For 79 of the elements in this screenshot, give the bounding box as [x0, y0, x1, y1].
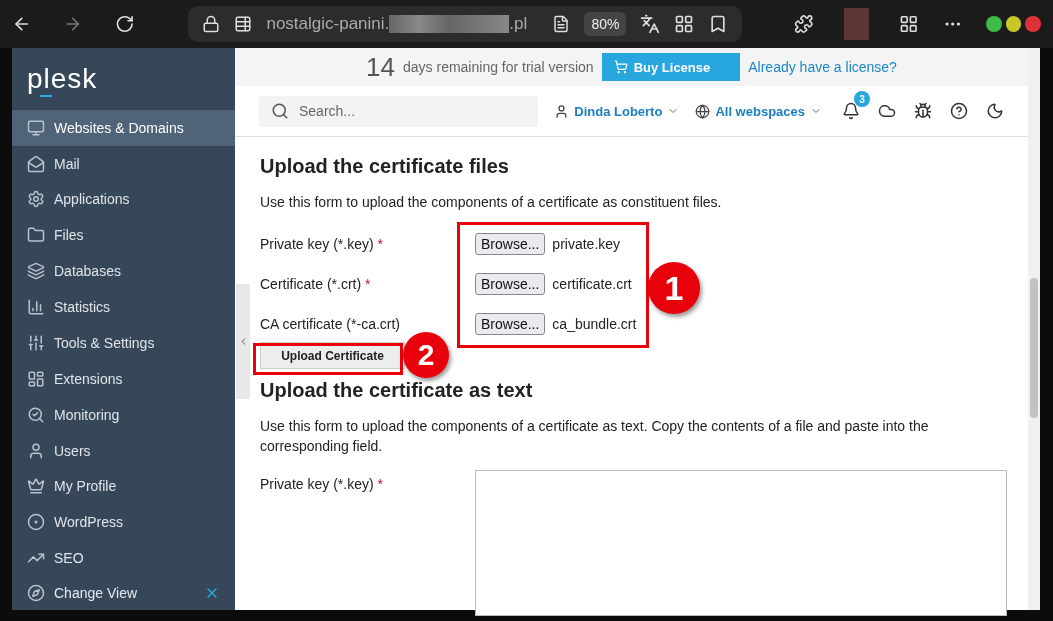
sliders-icon — [27, 333, 45, 352]
nav-item[interactable]: Applications — [12, 181, 235, 218]
globe-icon — [695, 103, 711, 119]
apps-icon[interactable] — [899, 14, 919, 34]
nav-item[interactable]: Websites & Domains — [12, 109, 235, 146]
step-marker: 2 — [403, 332, 449, 378]
zoom-level[interactable]: 80% — [584, 12, 627, 36]
field-label: Certificate (*.crt) * — [260, 276, 372, 292]
search-icon — [271, 102, 289, 120]
nav-item[interactable]: Databases — [12, 253, 235, 290]
trial-text: days remaining for trial version — [403, 59, 594, 75]
split-view-icon[interactable] — [674, 14, 695, 34]
section-description: Use this form to upload the components of a certificate as constituent files. — [260, 193, 723, 212]
browse-button[interactable]: Browse... — [475, 313, 546, 335]
lock-icon — [202, 15, 221, 33]
browse-button[interactable]: Browse... — [475, 233, 546, 255]
cloud-icon[interactable] — [878, 102, 896, 120]
site-info-icon[interactable] — [234, 15, 253, 33]
cart-icon — [613, 60, 628, 74]
reader-icon[interactable] — [552, 15, 571, 33]
license-link[interactable]: Already have a license? — [748, 59, 897, 75]
extensions-icon[interactable] — [794, 14, 814, 34]
nav-item[interactable]: Tools & Settings — [12, 325, 235, 361]
nav-item[interactable]: Users — [12, 432, 235, 469]
nav-item[interactable]: Files — [12, 217, 235, 254]
section-title: Upload the certificate files — [260, 155, 510, 178]
search-chart-icon — [27, 405, 45, 424]
gear-icon — [27, 190, 45, 209]
bug-icon[interactable] — [914, 102, 932, 120]
field-label: Private key (*.key) * — [260, 236, 384, 252]
collapse-handle[interactable] — [236, 284, 250, 399]
folder-icon — [27, 226, 45, 245]
notification-count: 3 — [854, 91, 870, 107]
browse-button[interactable]: Browse... — [475, 273, 546, 295]
webspace-menu[interactable]: All webspaces — [695, 103, 822, 119]
user-icon — [27, 441, 45, 460]
address-bar[interactable]: nostalgic-panini. .pl 80% — [188, 6, 743, 42]
search-field[interactable]: Search... — [259, 95, 539, 127]
user-menu[interactable]: Dinda Loberto — [554, 103, 680, 119]
nav-item[interactable]: Mail — [12, 145, 235, 182]
mail-icon — [27, 154, 45, 173]
bell-icon[interactable] — [842, 102, 860, 120]
nav-item[interactable]: Monitoring — [12, 396, 235, 433]
logo[interactable]: plesk — [27, 62, 98, 95]
close-icon[interactable] — [1025, 16, 1041, 32]
field-label: CA certificate (*-ca.crt) — [260, 316, 402, 332]
file-name: ca_bundle.crt — [552, 316, 637, 332]
nav-item[interactable]: My Profile — [12, 468, 235, 505]
file-name: private.key — [552, 236, 621, 252]
days-count: 14 — [366, 51, 395, 83]
nav-item[interactable]: WordPress — [12, 504, 235, 541]
circle-logo-icon — [27, 513, 45, 532]
reload-icon[interactable] — [114, 14, 135, 34]
nav-item[interactable]: Extensions — [12, 360, 235, 397]
help-icon[interactable] — [950, 102, 968, 120]
layers-icon — [27, 262, 45, 281]
nav-item[interactable]: SEO — [12, 540, 235, 577]
moon-icon[interactable] — [986, 102, 1004, 120]
crown-icon — [27, 477, 45, 496]
url-text: .pl — [509, 14, 528, 34]
search-input[interactable]: Search... — [297, 102, 527, 120]
compass-icon — [27, 584, 45, 603]
section-title: Upload the certificate as text — [260, 379, 534, 402]
nav-item[interactable]: Statistics — [12, 289, 235, 326]
section-description: Use this form to upload the components of a certificate as text. Copy the contents of a file and paste into the corresponding field. — [260, 417, 930, 456]
change-view-item[interactable]: Change View — [12, 576, 235, 611]
grid-icon — [27, 369, 45, 388]
scrollbar-thumb[interactable] — [1030, 278, 1038, 418]
file-name: certificate.crt — [552, 276, 632, 292]
user-icon — [554, 103, 570, 119]
field-label: Private key (*.key) * — [260, 476, 384, 492]
url-text: nostalgic-panini. — [266, 14, 390, 34]
translate-icon[interactable] — [640, 14, 661, 34]
monitor-icon — [27, 118, 45, 137]
upload-certificate-button[interactable]: Upload Certificate — [260, 342, 405, 369]
bar-chart-icon — [27, 298, 45, 317]
maximize-icon[interactable] — [986, 16, 1002, 32]
step-marker: 1 — [648, 262, 700, 314]
minimize-icon[interactable] — [1005, 16, 1022, 32]
